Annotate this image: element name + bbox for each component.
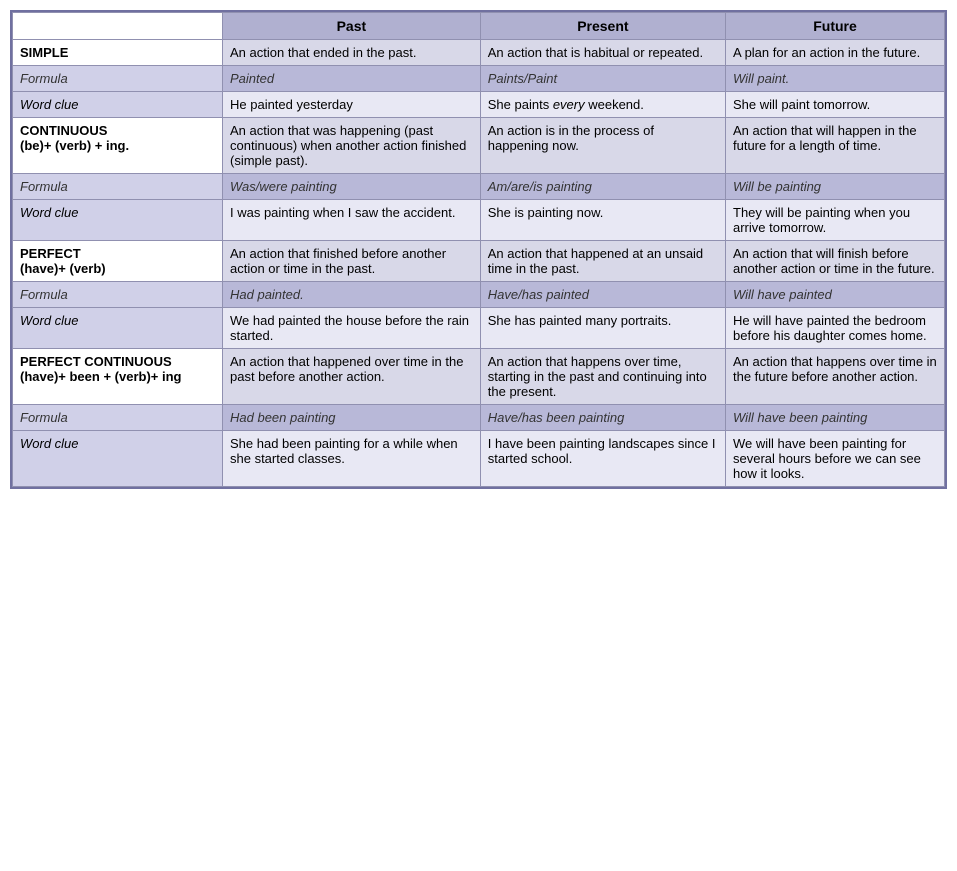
formula-present-perfect: Have/has painted <box>480 282 725 308</box>
clue-past-perfect-continuous: She had been painting for a while when s… <box>223 431 481 487</box>
formula-label-continuous: Formula <box>13 174 223 200</box>
def-row-perfect: PERFECT(have)+ (verb)An action that fini… <box>13 241 945 282</box>
formula-future-continuous: Will be painting <box>726 174 945 200</box>
formula-row-perfect: FormulaHad painted.Have/has paintedWill … <box>13 282 945 308</box>
formula-past-perfect: Had painted. <box>223 282 481 308</box>
cat-cell-simple: SIMPLE <box>13 40 223 66</box>
clue-label-simple: Word clue <box>13 92 223 118</box>
clue-future-continuous: They will be painting when you arrive to… <box>726 200 945 241</box>
cat-label: CONTINUOUS <box>20 123 107 138</box>
cat-label: SIMPLE <box>20 45 68 60</box>
formula-row-perfect-continuous: FormulaHad been paintingHave/has been pa… <box>13 405 945 431</box>
grammar-table: Past Present Future SIMPLE An action that… <box>10 10 947 489</box>
def-future-perfect: An action that will finish before anothe… <box>726 241 945 282</box>
clue-past-simple: He painted yesterday <box>223 92 481 118</box>
clue-label-continuous: Word clue <box>13 200 223 241</box>
formula-past-simple: Painted <box>223 66 481 92</box>
formula-future-perfect: Will have painted <box>726 282 945 308</box>
clue-row-simple: Word clueHe painted yesterdayShe paints … <box>13 92 945 118</box>
formula-past-continuous: Was/were painting <box>223 174 481 200</box>
cat-label: PERFECT <box>20 246 81 261</box>
cat-cell-continuous: CONTINUOUS(be)+ (verb) + ing. <box>13 118 223 174</box>
def-future-continuous: An action that will happen in the future… <box>726 118 945 174</box>
clue-past-perfect: We had painted the house before the rain… <box>223 308 481 349</box>
clue-present-continuous: She is painting now. <box>480 200 725 241</box>
header-present: Present <box>480 13 725 40</box>
formula-label-perfect-continuous: Formula <box>13 405 223 431</box>
def-future-simple: A plan for an action in the future. <box>726 40 945 66</box>
def-row-simple: SIMPLEAn action that ended in the past.A… <box>13 40 945 66</box>
formula-label-perfect: Formula <box>13 282 223 308</box>
clue-present-simple: She paints every weekend. <box>480 92 725 118</box>
def-present-simple: An action that is habitual or repeated. <box>480 40 725 66</box>
clue-future-simple: She will paint tomorrow. <box>726 92 945 118</box>
cat-sublabel: (have)+ (verb) <box>20 261 106 276</box>
def-future-perfect-continuous: An action that happens over time in the … <box>726 349 945 405</box>
clue-label-perfect-continuous: Word clue <box>13 431 223 487</box>
header-row: Past Present Future <box>13 13 945 40</box>
def-past-perfect-continuous: An action that happened over time in the… <box>223 349 481 405</box>
def-past-simple: An action that ended in the past. <box>223 40 481 66</box>
header-empty <box>13 13 223 40</box>
formula-future-simple: Will paint. <box>726 66 945 92</box>
def-present-continuous: An action is in the process of happening… <box>480 118 725 174</box>
def-present-perfect-continuous: An action that happens over time, starti… <box>480 349 725 405</box>
clue-present-perfect: She has painted many portraits. <box>480 308 725 349</box>
clue-row-continuous: Word clueI was painting when I saw the a… <box>13 200 945 241</box>
header-future: Future <box>726 13 945 40</box>
cat-sublabel: (be)+ (verb) + ing. <box>20 138 129 153</box>
formula-label-simple: Formula <box>13 66 223 92</box>
clue-present-perfect-continuous: I have been painting landscapes since I … <box>480 431 725 487</box>
formula-future-perfect-continuous: Will have been painting <box>726 405 945 431</box>
formula-present-continuous: Am/are/is painting <box>480 174 725 200</box>
clue-label-perfect: Word clue <box>13 308 223 349</box>
clue-row-perfect: Word clueWe had painted the house before… <box>13 308 945 349</box>
def-row-perfect-continuous: PERFECT CONTINUOUS(have)+ been + (verb)+… <box>13 349 945 405</box>
def-present-perfect: An action that happened at an unsaid tim… <box>480 241 725 282</box>
def-past-perfect: An action that finished before another a… <box>223 241 481 282</box>
formula-row-simple: FormulaPaintedPaints/PaintWill paint. <box>13 66 945 92</box>
header-past: Past <box>223 13 481 40</box>
formula-present-perfect-continuous: Have/has been painting <box>480 405 725 431</box>
clue-future-perfect: He will have painted the bedroom before … <box>726 308 945 349</box>
cat-cell-perfect: PERFECT(have)+ (verb) <box>13 241 223 282</box>
def-past-continuous: An action that was happening (past conti… <box>223 118 481 174</box>
cat-label: PERFECT CONTINUOUS <box>20 354 172 369</box>
formula-present-simple: Paints/Paint <box>480 66 725 92</box>
def-row-continuous: CONTINUOUS(be)+ (verb) + ing.An action t… <box>13 118 945 174</box>
formula-row-continuous: FormulaWas/were paintingAm/are/is painti… <box>13 174 945 200</box>
clue-future-perfect-continuous: We will have been painting for several h… <box>726 431 945 487</box>
cat-sublabel: (have)+ been + (verb)+ ing <box>20 369 181 384</box>
formula-past-perfect-continuous: Had been painting <box>223 405 481 431</box>
clue-row-perfect-continuous: Word clueShe had been painting for a whi… <box>13 431 945 487</box>
cat-cell-perfect-continuous: PERFECT CONTINUOUS(have)+ been + (verb)+… <box>13 349 223 405</box>
clue-past-continuous: I was painting when I saw the accident. <box>223 200 481 241</box>
